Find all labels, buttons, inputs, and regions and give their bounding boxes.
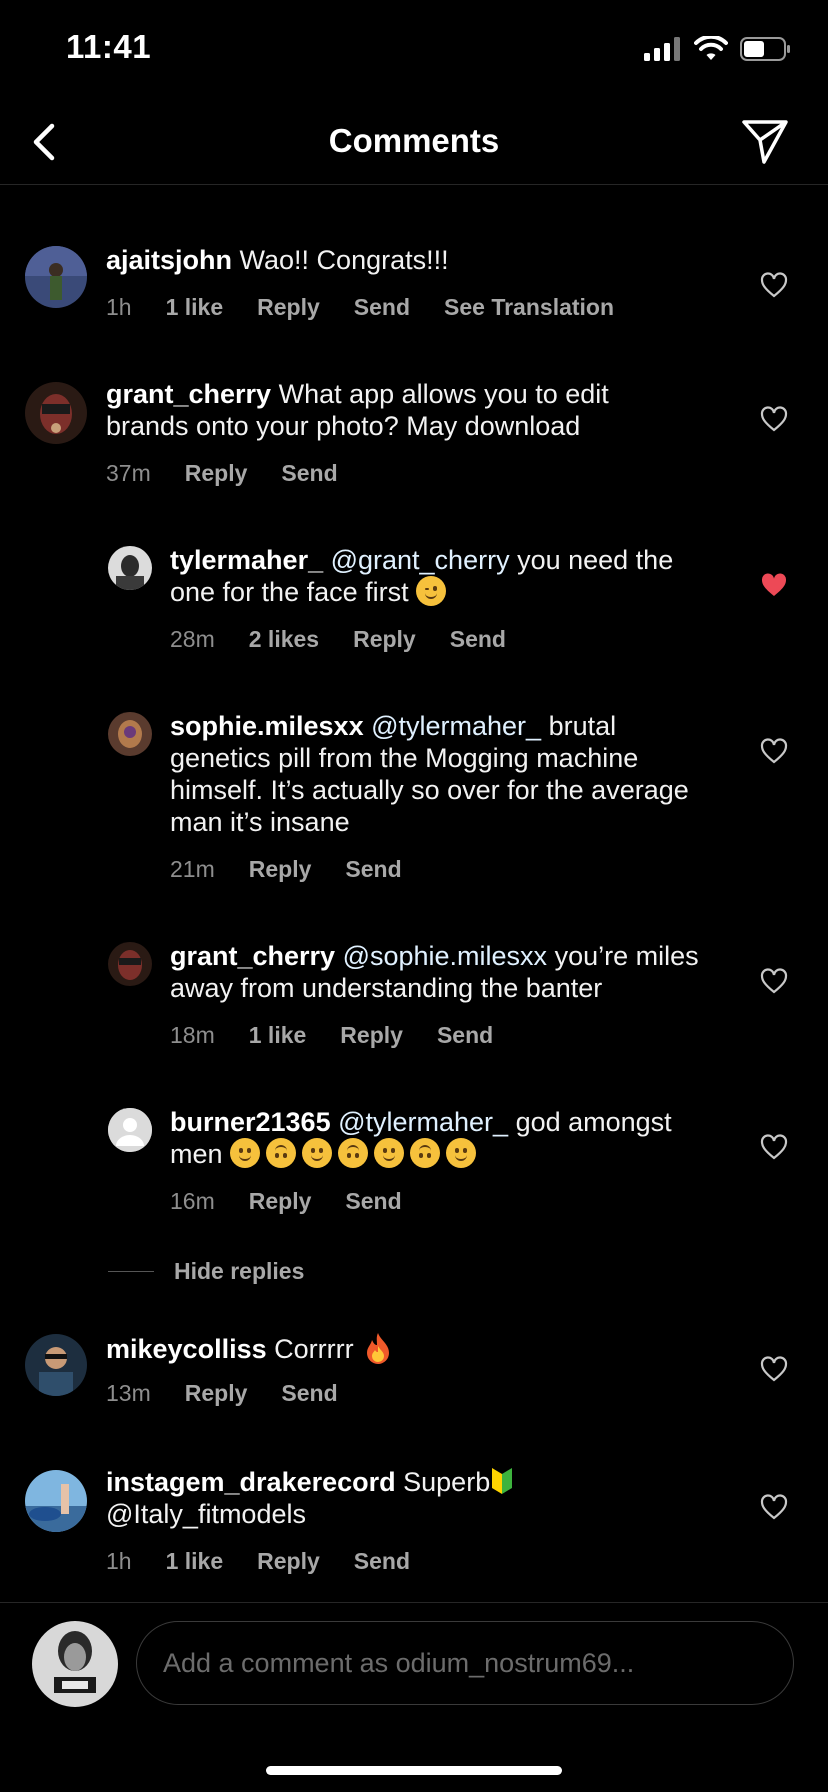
fire-emoji	[367, 1333, 390, 1364]
send-button[interactable]: Send	[354, 1548, 410, 1575]
status-time: 11:41	[66, 28, 152, 65]
hide-replies-button[interactable]: Hide replies	[108, 1258, 304, 1285]
comment-time: 21m	[170, 856, 215, 882]
status-icons	[644, 36, 792, 62]
slightly-smiling-face-emoji	[374, 1138, 405, 1168]
comment-time: 1h	[106, 294, 132, 320]
reply-button[interactable]: Reply	[257, 1548, 320, 1575]
wifi-icon	[694, 36, 728, 60]
upside-down-face-emoji	[410, 1138, 441, 1168]
add-comment-input[interactable]	[137, 1622, 828, 1704]
likes-count[interactable]: 1 like	[166, 1548, 224, 1575]
comment-time: 13m	[106, 1380, 151, 1406]
send-button[interactable]: Send	[437, 1022, 493, 1049]
avatar[interactable]	[25, 382, 87, 444]
comment-username[interactable]: ajaitsjohn	[106, 245, 232, 275]
comment-text: Superb	[395, 1467, 491, 1497]
slightly-smiling-face-emoji	[230, 1138, 261, 1168]
comment-username[interactable]: mikeycolliss	[106, 1334, 267, 1364]
winking-face-emoji	[416, 576, 447, 606]
send-button[interactable]: Send	[281, 1380, 337, 1407]
comment-time: 18m	[170, 1022, 215, 1048]
cellular-signal-icon	[644, 37, 680, 61]
reply-button[interactable]: Reply	[353, 626, 416, 653]
reply-button[interactable]: Reply	[249, 856, 312, 883]
comment-time: 28m	[170, 626, 215, 652]
share-paper-plane-icon[interactable]	[740, 116, 790, 166]
comment-text: Wao!! Congrats!!!	[232, 245, 449, 275]
comment-time: 1h	[106, 1548, 132, 1574]
heart-outline-icon[interactable]	[760, 406, 788, 432]
add-comment-input-wrapper[interactable]	[136, 1621, 828, 1705]
mention-link[interactable]: @sophie.milesxx	[335, 941, 547, 971]
likes-count[interactable]: 2 likes	[249, 626, 319, 653]
comment-username[interactable]: tylermaher_	[170, 545, 323, 575]
avatar[interactable]	[25, 1470, 87, 1532]
comment-username[interactable]: burner21365	[170, 1107, 331, 1137]
slightly-smiling-face-emoji	[446, 1138, 477, 1168]
avatar[interactable]	[108, 546, 152, 590]
upside-down-face-emoji	[338, 1138, 369, 1168]
comments-header: Comments · · ·	[0, 100, 828, 282]
send-button[interactable]: Send	[345, 1188, 401, 1215]
avatar[interactable]	[108, 712, 152, 756]
slightly-smiling-face-emoji	[302, 1138, 333, 1168]
comment-time: 16m	[170, 1188, 215, 1214]
hide-replies-divider	[108, 1271, 154, 1272]
avatar[interactable]	[25, 246, 87, 308]
reply-button[interactable]: Reply	[340, 1022, 403, 1049]
send-button[interactable]: Send	[450, 626, 506, 653]
hide-replies-label[interactable]: Hide replies	[174, 1258, 304, 1285]
send-button[interactable]: Send	[354, 294, 410, 321]
send-button[interactable]: Send	[345, 856, 401, 883]
reply-button[interactable]: Reply	[257, 294, 320, 321]
heart-outline-icon[interactable]	[760, 1134, 788, 1160]
heart-outline-icon[interactable]	[760, 272, 788, 298]
likes-count[interactable]: 1 like	[166, 294, 224, 321]
heart-filled-icon[interactable]	[760, 572, 788, 598]
page-title: Comments	[328, 122, 500, 159]
mention-link[interactable]: @Italy_fitmodels	[106, 1499, 306, 1529]
heart-outline-icon[interactable]	[760, 1494, 788, 1520]
avatar[interactable]	[25, 1334, 87, 1396]
mention-link[interactable]: @grant_cherry	[323, 545, 510, 575]
current-user-avatar	[32, 1621, 118, 1707]
avatar[interactable]	[108, 942, 152, 986]
see-translation-button[interactable]: See Translation	[444, 294, 614, 321]
battery-icon	[740, 37, 790, 61]
reply-button[interactable]: Reply	[185, 1380, 248, 1407]
likes-count[interactable]: 1 like	[249, 1022, 307, 1049]
mention-link[interactable]: @tylermaher_	[331, 1107, 508, 1137]
heart-outline-icon[interactable]	[760, 1356, 788, 1382]
comment-text: Corrrrr	[266, 1334, 362, 1364]
previous-comment-sliver: · · ·	[175, 276, 245, 284]
reply-button[interactable]: Reply	[185, 460, 248, 487]
mention-link[interactable]: @tylermaher_	[364, 711, 541, 741]
status-bar: 11:41	[0, 0, 828, 100]
avatar[interactable]	[108, 1108, 152, 1152]
comment-username[interactable]: grant_cherry	[170, 941, 335, 971]
home-indicator	[266, 1766, 562, 1775]
send-button[interactable]: Send	[281, 460, 337, 487]
comment-username[interactable]: sophie.milesxx	[170, 711, 364, 741]
comment-username[interactable]: grant_cherry	[106, 379, 271, 409]
beginner-symbol-emoji	[492, 1468, 513, 1494]
comment-composer	[0, 1602, 828, 1733]
heart-outline-icon[interactable]	[760, 968, 788, 994]
heart-outline-icon[interactable]	[760, 738, 788, 764]
comment-time: 37m	[106, 460, 151, 486]
comment-username[interactable]: instagem_drakerecord	[106, 1467, 396, 1497]
reply-button[interactable]: Reply	[249, 1188, 312, 1215]
upside-down-face-emoji	[266, 1138, 297, 1168]
